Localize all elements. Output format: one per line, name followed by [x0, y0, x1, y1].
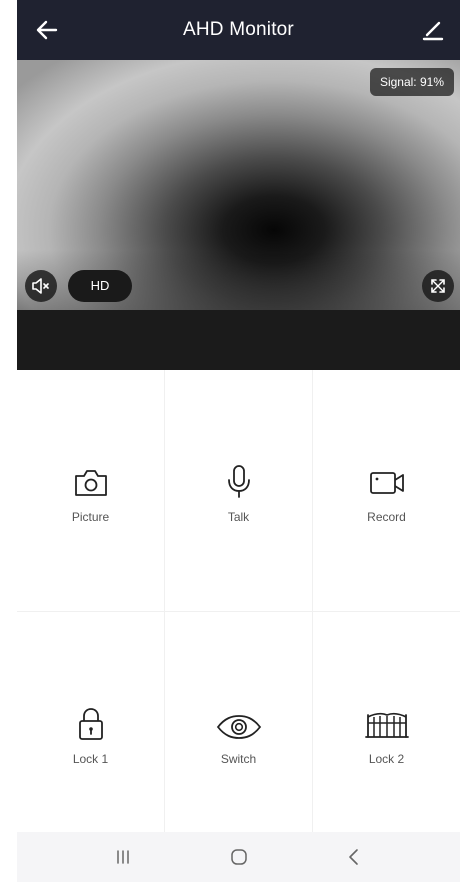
lock-1-label: Lock 1 — [72, 752, 109, 766]
control-grid: Picture Talk Record Lock 1 Switch Lock 2 — [17, 370, 460, 832]
eye-icon — [216, 715, 261, 739]
picture-label: Picture — [71, 510, 110, 524]
gate-icon — [364, 712, 409, 738]
fullscreen-button[interactable] — [422, 270, 454, 302]
fullscreen-icon — [431, 279, 445, 293]
camera-icon — [74, 470, 107, 496]
talk-button[interactable]: Talk — [165, 370, 312, 611]
edit-icon[interactable] — [420, 17, 446, 43]
page-title: AHD Monitor — [183, 19, 294, 40]
speaker-muted-icon — [32, 278, 49, 294]
signal-badge: Signal: 91% — [369, 68, 454, 96]
picture-button[interactable]: Picture — [17, 370, 164, 611]
app-frame: AHD Monitor Signal: 91% HD Picture Talk … — [17, 0, 460, 882]
lock-2-button[interactable]: Lock 2 — [313, 612, 460, 832]
switch-label: Switch — [220, 752, 257, 766]
home-icon[interactable] — [227, 845, 251, 869]
lock-1-button[interactable]: Lock 1 — [17, 612, 164, 832]
switch-button[interactable]: Switch — [165, 612, 312, 832]
lock-icon — [78, 708, 103, 740]
system-nav-bar — [17, 832, 460, 882]
top-bar: AHD Monitor — [17, 0, 460, 60]
video-feed[interactable]: Signal: 91% HD — [17, 60, 460, 310]
video-camera-icon — [369, 472, 404, 494]
record-button[interactable]: Record — [313, 370, 460, 611]
quality-button[interactable]: HD — [68, 270, 132, 302]
back-nav-icon[interactable] — [342, 845, 366, 869]
mute-button[interactable] — [25, 270, 57, 302]
talk-label: Talk — [227, 510, 250, 524]
recent-apps-icon[interactable] — [111, 845, 135, 869]
video-footer — [17, 310, 460, 370]
lock-2-label: Lock 2 — [368, 752, 405, 766]
microphone-icon — [227, 465, 250, 498]
record-label: Record — [367, 510, 406, 524]
